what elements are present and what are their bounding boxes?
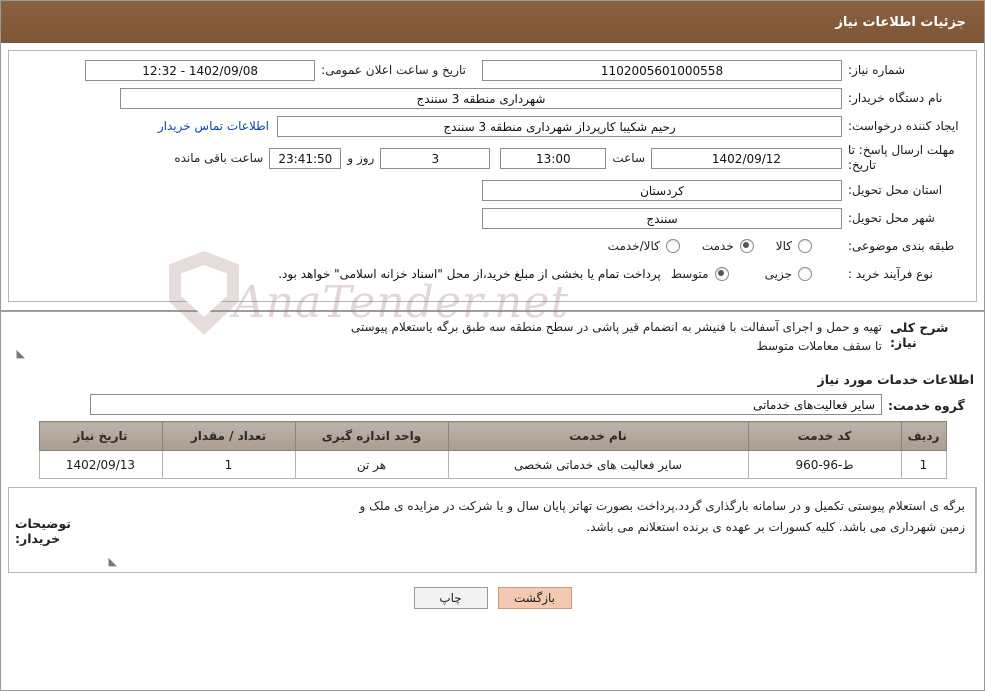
city-label: شهر محل تحویل: [848,211,935,225]
public-announce-field[interactable]: 1402/09/08 - 12:32 [85,59,316,81]
service-group-field[interactable]: سایر فعالیت‌های خدماتی [90,393,882,415]
general-description-line1: تهیه و حمل و اجرای آسفالت با فنیشر به ان… [350,320,882,334]
cell-qty: 1 [161,450,296,479]
public-announce-label: تاریخ و ساعت اعلان عمومی: [321,63,466,77]
buyer-notes-line1: برگه ی استعلام پیوستی تکمیل و در سامانه … [359,499,965,513]
category-option-label-1: خدمت [701,239,734,253]
resize-grip-icon[interactable]: ◣ [105,556,117,568]
deadline-date-field[interactable]: 1402/09/12 [651,147,842,169]
category-option-label-0: کالا [775,239,792,253]
province-field[interactable]: کردستان [482,179,842,201]
row-buyer-org: نام دستگاه خریدار: شهرداری منطقه 3 سنندج [19,87,966,109]
buyer-org-field[interactable]: شهرداری منطقه 3 سنندج [120,87,842,109]
footer-buttons: بازگشت چاپ [1,587,984,609]
col-code: کد خدمت [747,421,902,451]
row-province: استان محل تحویل: کردستان [19,179,966,201]
need-number-label: شماره نیاز: [848,63,905,77]
countdown-field[interactable]: 23:41:50 [269,147,342,169]
cell-name: سایر فعالیت های خدماتی شخصی [447,450,749,479]
purchase-option-label-0: جزیی [764,267,792,281]
services-section-title: اطلاعات خدمات مورد نیاز [817,372,975,387]
table-row[interactable]: 1 ط-96-960 سایر فعالیت های خدماتی شخصی ه… [38,450,947,479]
cell-date: 1402/09/13 [38,450,163,479]
category-option-kala[interactable]: کالا [776,239,812,253]
service-group-label: گروه خدمت: [888,397,965,413]
buyer-org-label: نام دستگاه خریدار: [848,91,943,105]
buyer-notes-text: برگه ی استعلام پیوستی تکمیل و در سامانه … [101,488,976,572]
cell-unit: هر تن [294,450,449,479]
general-description-text: تهیه و حمل و اجرای آسفالت با فنیشر به ان… [9,318,884,360]
days-label: روز و [347,151,375,165]
category-label: طبقه بندی موضوعی: [848,239,955,253]
province-label: استان محل تحویل: [848,183,943,197]
col-name: نام خدمت [447,421,749,451]
col-row: ردیف [900,421,947,451]
purchase-type-label: نوع فرآیند خرید : [848,267,933,281]
col-qty: تعداد / مقدار [161,421,296,451]
services-table: ردیف کد خدمت نام خدمت واحد اندازه گیری ت… [38,421,947,479]
category-option-khedmat[interactable]: خدمت [702,239,754,253]
radio-icon[interactable] [739,239,754,253]
need-number-field[interactable]: 1102005601000558 [482,59,842,81]
requester-field[interactable]: رحیم شکیبا کارپرداز شهرداری منطقه 3 سنند… [277,115,842,137]
general-description-line2: تا سقف معاملات متوسط [756,339,882,353]
row-service-group: گروه خدمت: سایر فعالیت‌های خدماتی [1,393,984,415]
buyer-contact-link[interactable]: اطلاعات تماس خریدار [150,119,277,133]
radio-icon[interactable] [798,267,812,281]
buyer-notes-label: توضیحات خریدار: [15,516,71,546]
col-date: تاریخ نیاز [38,421,163,451]
radio-icon[interactable] [665,239,680,253]
buyer-notes-line2: زمین شهرداری می باشد. کلیه کسورات بر عهد… [586,520,965,534]
page-root: جزئیات اطلاعات نیاز شماره نیاز: 11020056… [0,0,985,691]
deadline-label: مهلت ارسال پاسخ: تا تاریخ: [848,143,955,172]
print-button[interactable]: چاپ [413,587,488,609]
city-field[interactable]: سنندج [482,207,842,229]
page-header: جزئیات اطلاعات نیاز [1,1,984,43]
col-unit: واحد اندازه گیری [294,421,449,451]
remaining-days-field[interactable]: 3 [380,147,491,169]
deadline-time-field[interactable]: 13:00 [500,147,607,169]
purchase-option-jozei[interactable]: جزیی [765,267,812,281]
row-deadline: مهلت ارسال پاسخ: تا تاریخ: 1402/09/12 سا… [19,143,966,173]
page-title: جزئیات اطلاعات نیاز [835,14,966,30]
table-header-row: ردیف کد خدمت نام خدمت واحد اندازه گیری ت… [38,421,947,451]
row-purchase-type: نوع فرآیند خرید : جزیی متوسط پرداخت تمام… [19,263,966,285]
row-requester: ایجاد کننده درخواست: رحیم شکیبا کارپرداز… [19,115,966,137]
cell-row: 1 [900,450,947,479]
row-city: شهر محل تحویل: سنندج [19,207,966,229]
buyer-notes-panel: برگه ی استعلام پیوستی تکمیل و در سامانه … [8,487,977,573]
hour-label: ساعت [612,151,645,165]
remaining-label: ساعت باقی مانده [174,151,264,165]
back-button[interactable]: بازگشت [497,587,572,609]
purchase-note: پرداخت تمام یا بخشی از مبلغ خرید،از محل … [278,267,661,281]
row-need-number: شماره نیاز: 1102005601000558 تاریخ و ساع… [19,59,966,81]
general-description-row: شرح کلی نیاز: تهیه و حمل و اجرای آسفالت … [1,312,984,364]
radio-icon[interactable] [798,239,812,253]
purchase-option-motavaset[interactable]: متوسط [671,267,729,281]
cell-code: ط-96-960 [747,450,902,479]
category-option-label-2: کالا/خدمت [607,239,660,253]
purchase-option-label-1: متوسط [670,267,709,281]
category-option-kala-khedmat[interactable]: کالا/خدمت [608,239,680,253]
general-description-label: شرح کلی نیاز: [890,320,949,350]
resize-grip-icon[interactable]: ◣ [13,348,25,360]
need-info-panel: شماره نیاز: 1102005601000558 تاریخ و ساع… [8,50,977,302]
radio-icon[interactable] [714,267,729,281]
row-category: طبقه بندی موضوعی: کالا خدمت کالا/خدمت [19,235,966,257]
requester-label: ایجاد کننده درخواست: [848,119,959,133]
